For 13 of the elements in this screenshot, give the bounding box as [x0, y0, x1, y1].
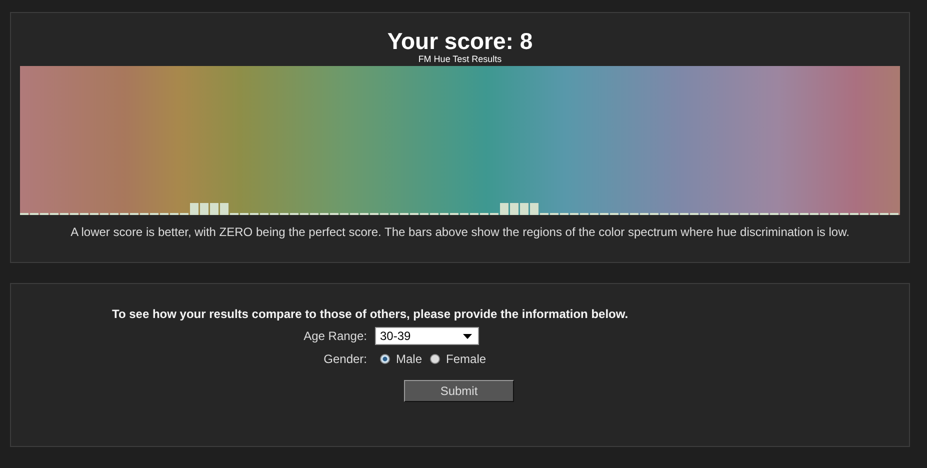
age-range-label: Age Range: — [302, 329, 367, 343]
radio-button[interactable] — [430, 354, 440, 364]
submit-button[interactable]: Submit — [404, 380, 514, 402]
form-intro: To see how your results compare to those of others, please provide the information below. — [112, 307, 630, 321]
gender-label: Gender: — [322, 352, 367, 366]
caret-icon — [463, 334, 472, 338]
age-range-dropdown[interactable]: 30-39 — [375, 327, 479, 345]
chart-subtitle: FM Hue Test Results — [418, 54, 502, 65]
score-title: Your score: 8 — [387, 28, 533, 54]
radio-label[interactable]: Male — [396, 352, 422, 366]
radio-label[interactable]: Female — [446, 352, 486, 366]
results-note: A lower score is better, with ZERO being the perfect score. The bars above show the regions of the color spectrum where hue discrimination is low. — [70, 225, 850, 239]
radio-button[interactable] — [380, 354, 390, 364]
